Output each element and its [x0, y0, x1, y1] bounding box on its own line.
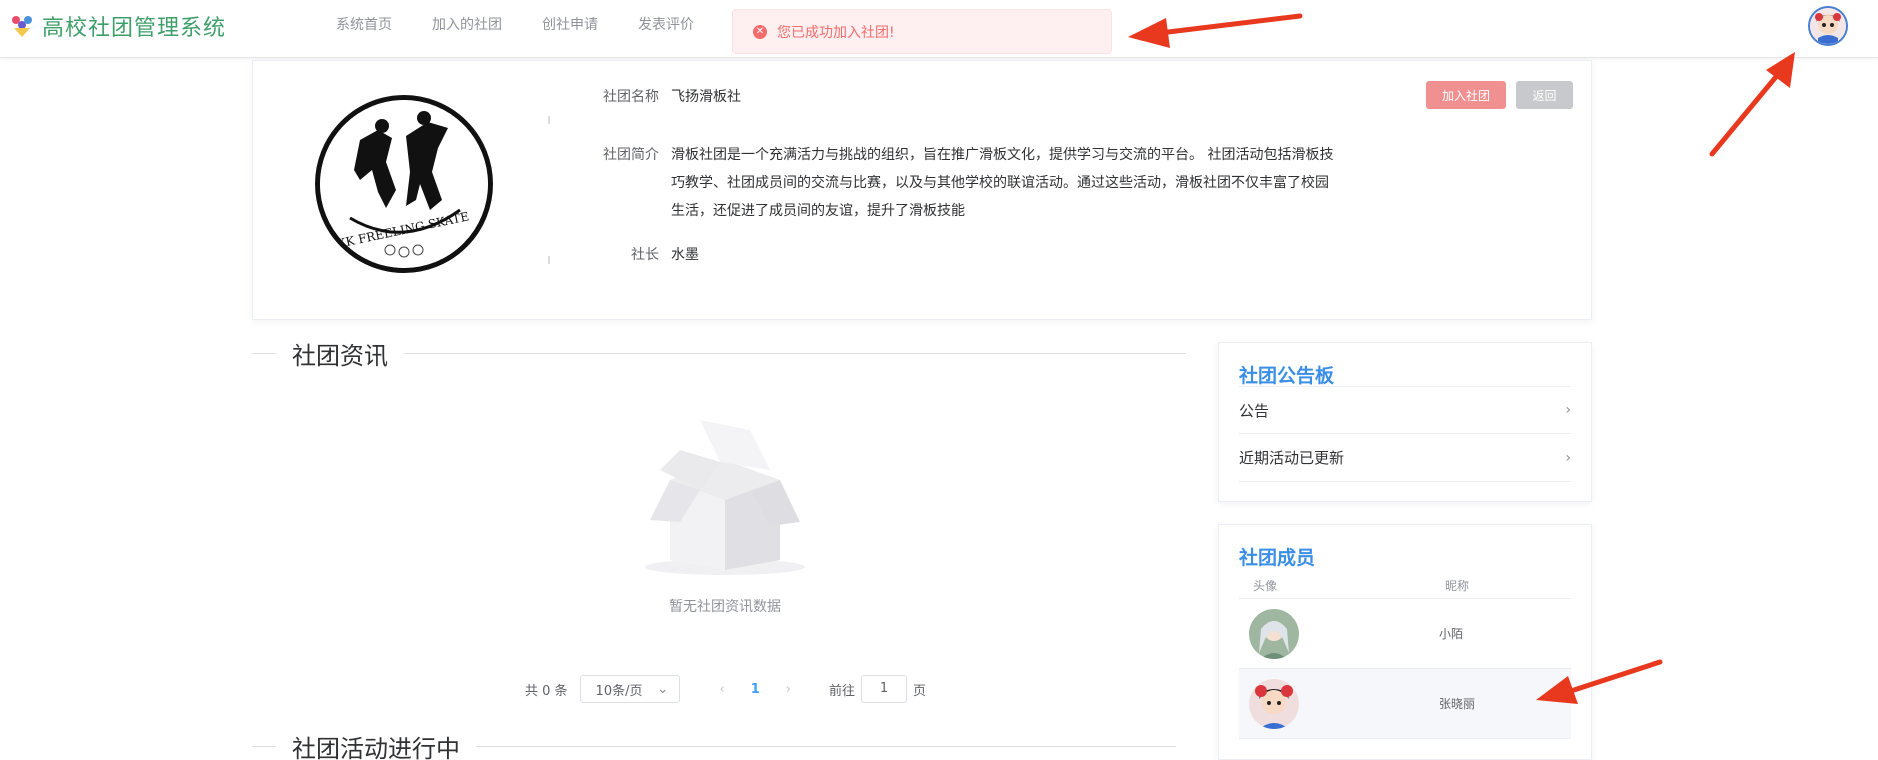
member-avatar: [1249, 679, 1299, 729]
pagination: 共 0 条 10条/页 ⌄ ‹ 1 › 前往 1 页: [525, 675, 926, 703]
members-table-header: 头像 昵称: [1239, 569, 1571, 599]
pager-total: 共 0 条: [525, 683, 568, 699]
member-avatar: [1249, 609, 1299, 659]
club-leader-label: 社长: [631, 247, 659, 263]
goto-label: 前往: [829, 683, 856, 699]
heading-line: [252, 746, 276, 747]
members-title: 社团成员: [1239, 547, 1316, 569]
club-intro-value: 滑板社团是一个充满活力与挑战的组织，旨在推广滑板文化，提供学习与交流的平台。 社…: [671, 141, 1333, 225]
nav-club-application[interactable]: 创社申请: [542, 14, 598, 34]
user-avatar[interactable]: [1808, 6, 1848, 46]
back-button[interactable]: 返回: [1516, 81, 1573, 109]
join-club-button[interactable]: 加入社团: [1426, 81, 1506, 109]
app-title: 高校社团管理系统: [42, 16, 227, 41]
club-info-card: XK FREELING SKATE 社团名称 飞扬滑板社 社团简介 滑板社团是一…: [252, 60, 1592, 320]
notice-item[interactable]: 公告 ›: [1239, 386, 1571, 434]
news-empty-text: 暂无社团资讯数据: [669, 599, 781, 615]
empty-box-icon: [640, 410, 810, 580]
toast-message: 您已成功加入社团!: [777, 24, 895, 41]
activities-title: 社团活动进行中: [292, 735, 460, 760]
brand[interactable]: 高校社团管理系统: [10, 10, 226, 42]
intro-line: 生活，还促进了成员间的友谊，提升了滑板技能: [671, 203, 965, 219]
column-nickname: 昵称: [1445, 579, 1470, 593]
goto-page-input[interactable]: 1: [861, 675, 908, 703]
club-name-field: 社团名称 飞扬滑板社: [579, 83, 741, 111]
club-name-value: 飞扬滑板社: [671, 89, 741, 105]
notice-board-title: 社团公告板: [1239, 365, 1335, 387]
club-intro-label: 社团简介: [603, 147, 659, 163]
member-nickname: 小陌: [1439, 627, 1464, 641]
chevron-down-icon: ⌄: [656, 681, 669, 697]
chevron-right-icon: ›: [1565, 402, 1571, 418]
club-leader-field: 社长 水墨: [579, 241, 699, 269]
page-size-value: 10条/页: [595, 683, 643, 699]
heading-line: [252, 353, 276, 354]
divider: [548, 116, 550, 124]
member-nickname: 张晓丽: [1439, 697, 1476, 711]
member-row: 张晓丽: [1239, 669, 1571, 739]
notice-item[interactable]: 近期活动已更新 ›: [1239, 434, 1571, 482]
member-row: 小陌: [1239, 599, 1571, 669]
top-header: 高校社团管理系统 系统首页 加入的社团 创社申请 发表评价 ✕ 您已成功加入社团…: [0, 0, 1878, 58]
notice-board-card: 社团公告板 公告 › 近期活动已更新 ›: [1218, 342, 1592, 502]
notice-item-label: 公告: [1239, 401, 1270, 420]
club-name-label: 社团名称: [603, 89, 659, 105]
club-leader-value: 水墨: [671, 247, 699, 263]
nav-joined-clubs[interactable]: 加入的社团: [432, 14, 502, 34]
chevron-right-icon: ›: [1565, 449, 1571, 466]
activities-section-heading: 社团活动进行中: [252, 729, 1176, 760]
notice-item-label: 近期活动已更新: [1239, 449, 1345, 467]
members-card: 社团成员 头像 昵称 小陌 张晓丽: [1218, 524, 1592, 760]
success-toast: ✕ 您已成功加入社团!: [732, 9, 1112, 54]
annotation-arrow: [1709, 52, 1795, 157]
close-circle-icon: ✕: [753, 24, 767, 39]
column-avatar: 头像: [1253, 579, 1278, 593]
club-intro-field: 社团简介 滑板社团是一个充满活力与挑战的组织，旨在推广滑板文化，提供学习与交流的…: [579, 141, 1333, 225]
page-number[interactable]: 1: [751, 682, 760, 697]
nav-post-review[interactable]: 发表评价: [638, 14, 694, 34]
intro-line: 巧教学、社团成员间的交流与比赛，以及与其他学校的联谊活动。通过这些活动，滑板社团…: [671, 175, 1329, 191]
club-logo: XK FREELING SKATE: [315, 95, 493, 273]
brand-logo-icon: [10, 14, 34, 38]
next-page-icon[interactable]: ›: [786, 682, 791, 697]
page-unit: 页: [913, 683, 927, 699]
heading-line: [476, 746, 1176, 747]
intro-line: 滑板社团是一个充满活力与挑战的组织，旨在推广滑板文化，提供学习与交流的平台。 社…: [671, 147, 1334, 163]
news-section-heading: 社团资讯: [252, 336, 1186, 371]
prev-page-icon[interactable]: ‹: [720, 682, 725, 697]
main-nav: 系统首页 加入的社团 创社申请 发表评价: [336, 14, 734, 34]
nav-home[interactable]: 系统首页: [336, 14, 392, 34]
heading-line: [404, 353, 1186, 354]
divider: [548, 256, 550, 264]
page-size-select[interactable]: 10条/页 ⌄: [579, 675, 680, 703]
news-title: 社团资讯: [292, 342, 388, 370]
